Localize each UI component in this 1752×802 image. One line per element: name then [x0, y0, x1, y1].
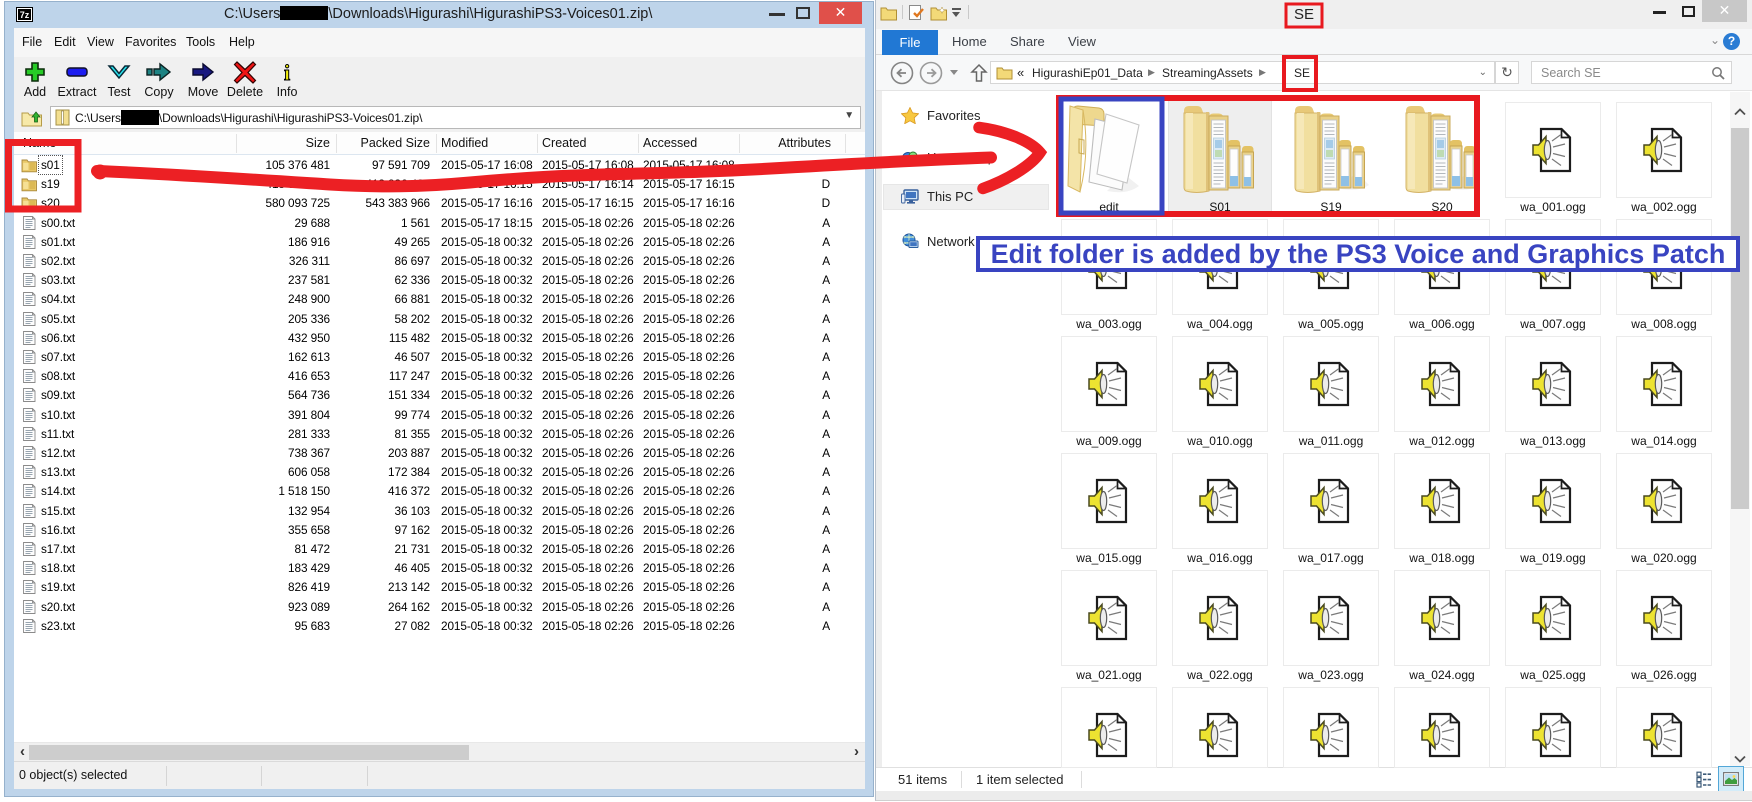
svg-text:i: i	[284, 60, 290, 84]
svg-text:7z: 7z	[20, 10, 30, 20]
